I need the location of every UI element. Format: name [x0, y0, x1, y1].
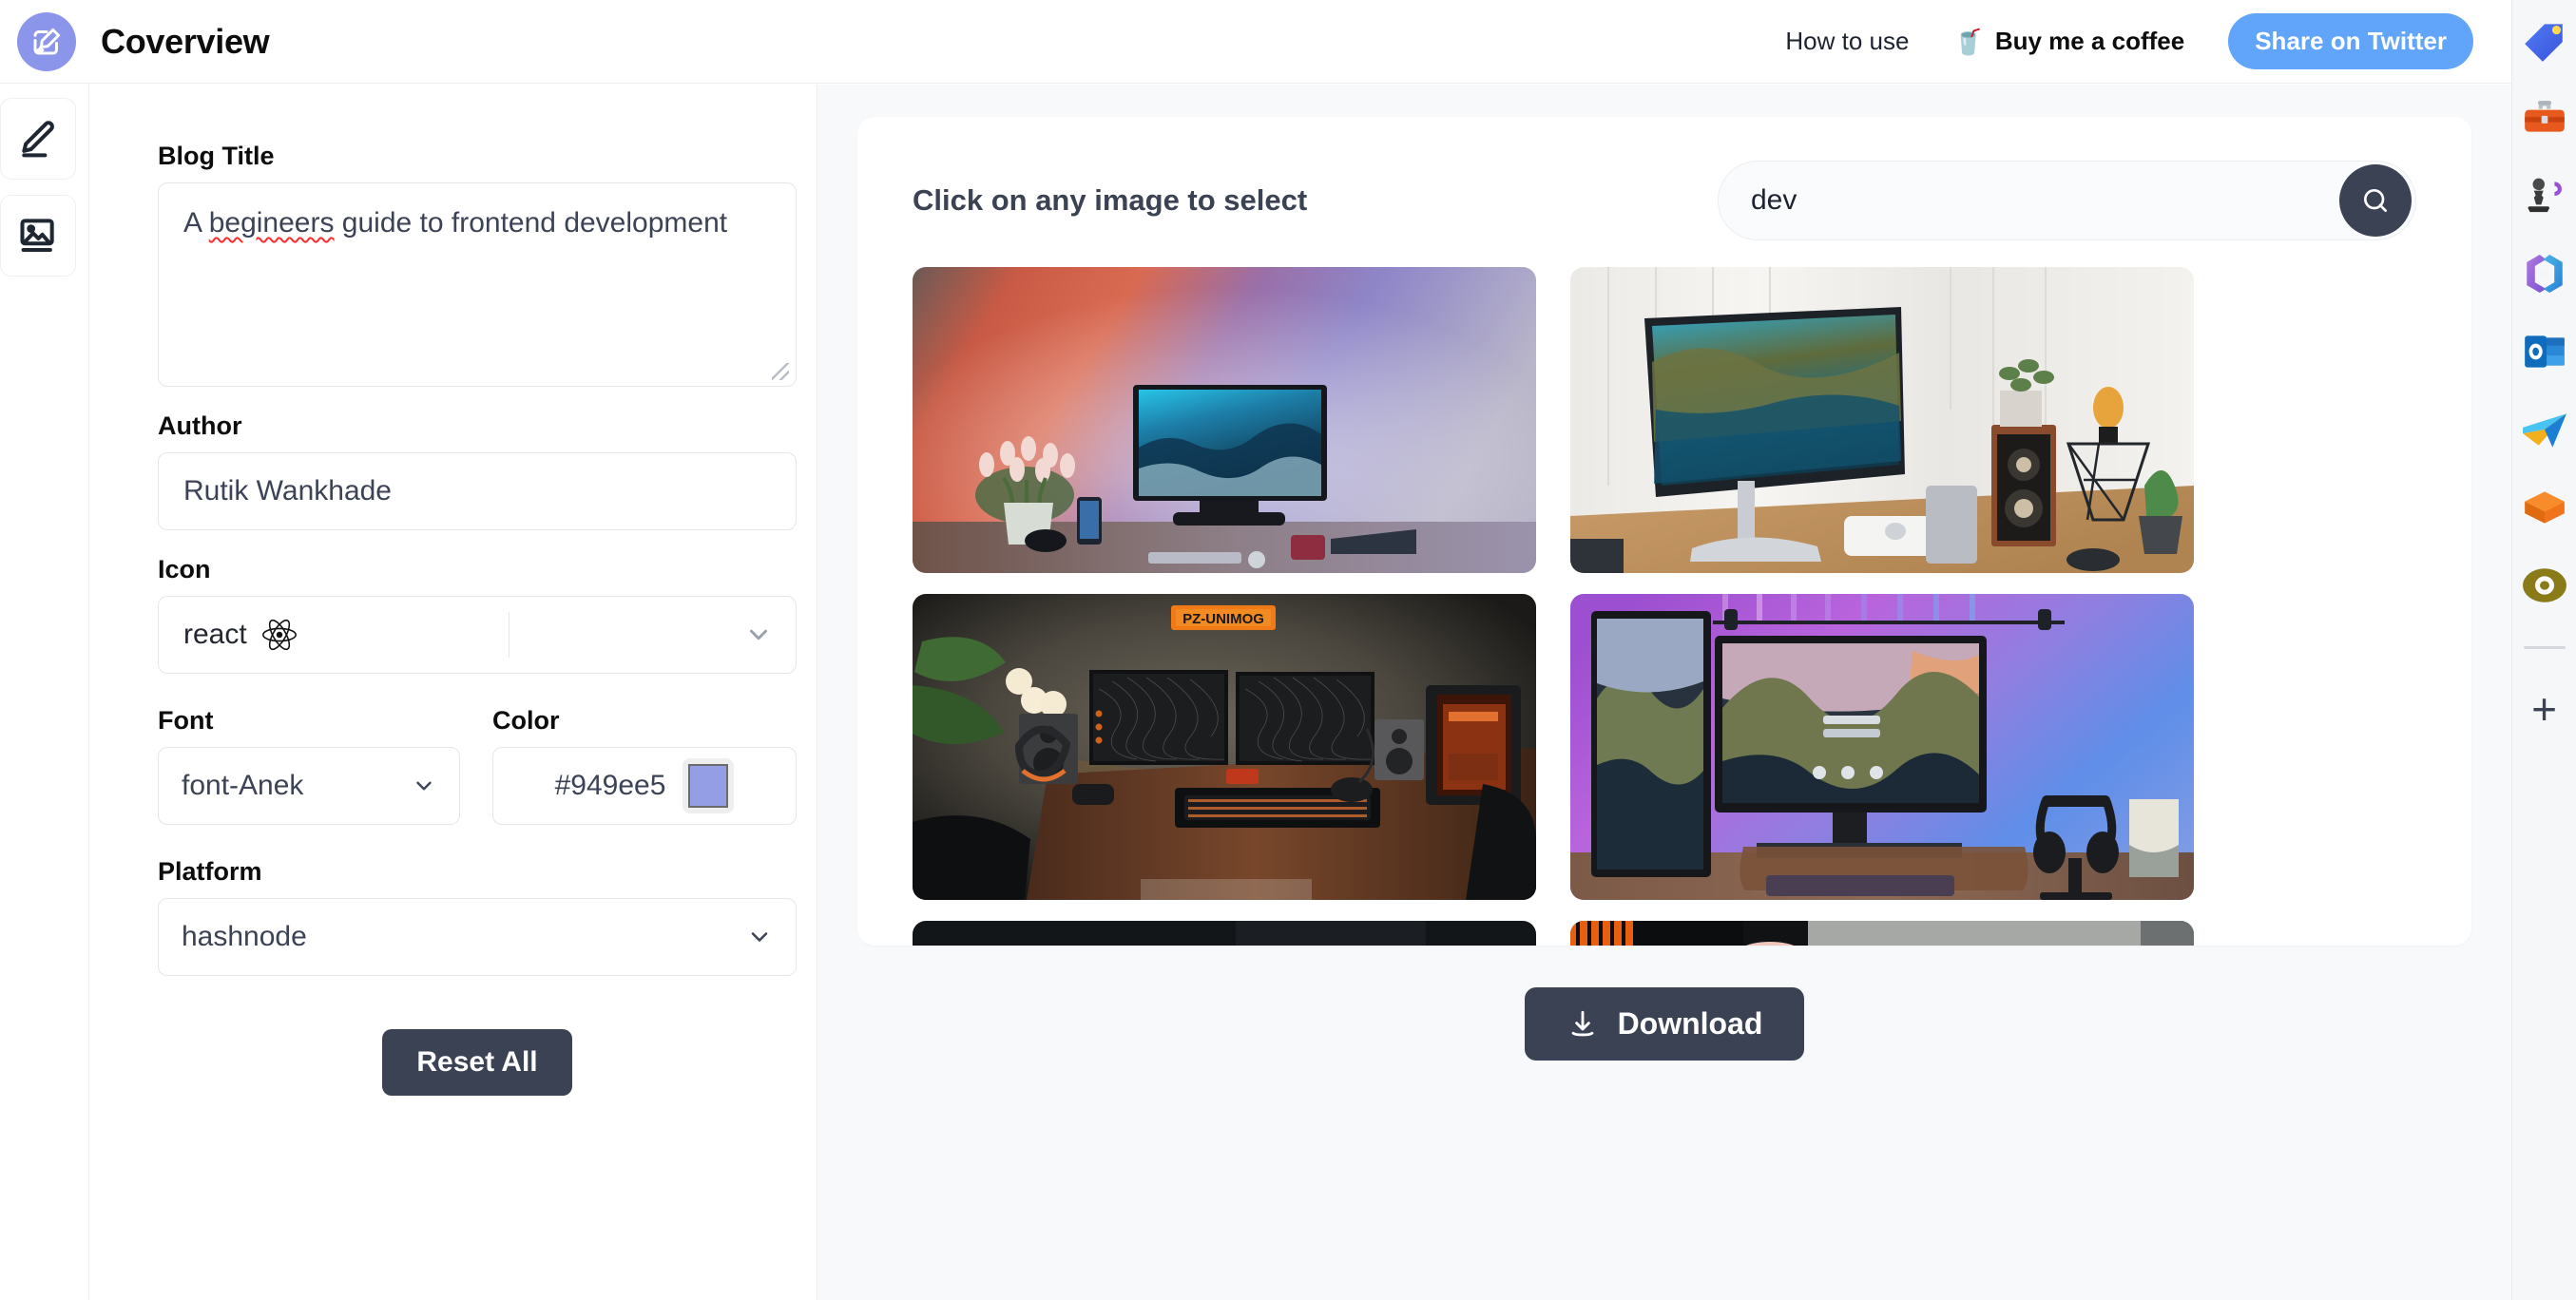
image-grid: PZ-UNIMOG	[913, 267, 2416, 946]
microsoft365-icon-glyph	[2526, 255, 2563, 293]
olive-circle-icon-glyph	[2522, 568, 2566, 602]
coffee-cup-icon: 🥤	[1952, 27, 1984, 56]
platform-select[interactable]: hashnode	[158, 898, 797, 976]
share-on-twitter-button[interactable]: Share on Twitter	[2228, 13, 2473, 69]
image-search	[1718, 161, 2416, 240]
svg-text:PZ-UNIMOG: PZ-UNIMOG	[1182, 611, 1264, 627]
outlook-icon-glyph	[2524, 335, 2565, 368]
image-thumb-partial-light-desk-row3-right[interactable]	[1570, 921, 2194, 946]
icon-rail	[0, 85, 89, 1300]
reset-all-button[interactable]: Reset All	[382, 1029, 572, 1096]
app-header: Coverview How to use 🥤 Buy me a coffee S…	[0, 0, 2511, 84]
blue-tag-icon[interactable]	[2520, 15, 2569, 65]
add-extension-button[interactable]: +	[2531, 687, 2557, 731]
blog-title-label: Blog Title	[158, 142, 275, 170]
purple-rgb-vertical-monitor-art	[1570, 594, 2194, 900]
browser-page: Coverview How to use 🥤 Buy me a coffee S…	[0, 0, 2511, 1300]
header-actions: How to use 🥤 Buy me a coffee Share on Tw…	[1785, 13, 2511, 69]
chess-pawn-icon-glyph	[2527, 178, 2562, 213]
platform-select-value: hashnode	[182, 921, 307, 952]
sidebar-item-gallery[interactable]	[0, 195, 76, 277]
chevron-down-icon	[749, 629, 767, 640]
dark-gaming-dual-monitor-art: PZ-UNIMOG	[913, 594, 1536, 900]
search-input[interactable]	[1719, 184, 2289, 217]
blog-title-text-part1: A	[183, 207, 209, 239]
how-to-use-link[interactable]: How to use	[1785, 27, 1909, 56]
image-thumb-bright-desk-monitor-speaker[interactable]	[1570, 267, 2194, 573]
author-label: Author	[158, 411, 242, 440]
platform-field: Platform hashnode	[158, 857, 797, 976]
extension-dock: +	[2511, 0, 2576, 1300]
paper-plane-icon-glyph	[2522, 413, 2566, 448]
download-button[interactable]: Download	[1524, 987, 1805, 1061]
font-color-row: Font font-Anek Color #949ee5	[158, 706, 797, 825]
app-root: Coverview How to use 🥤 Buy me a coffee S…	[0, 0, 2576, 1300]
orange-box-icon-glyph	[2524, 491, 2565, 524]
color-hex-value: #949ee5	[554, 770, 666, 801]
dock-divider	[2523, 646, 2566, 649]
image-picker-title: Click on any image to select	[913, 183, 1308, 217]
edit-square-icon	[33, 28, 61, 54]
image-gallery-icon	[19, 219, 54, 253]
blog-title-misspelled-word: begineers	[208, 207, 335, 239]
color-input[interactable]: #949ee5	[492, 747, 797, 825]
platform-label: Platform	[158, 857, 262, 886]
partial-dark-desk-row3-left-art	[913, 921, 1536, 946]
buy-me-a-coffee-label: Buy me a coffee	[1994, 27, 2185, 55]
preview-panel: Click on any image to select dev PZ-UNIM…	[817, 85, 2511, 1300]
icon-select[interactable]: react	[158, 596, 797, 674]
image-thumb-rgb-desk-tulips-monitor[interactable]	[913, 267, 1536, 573]
image-picker-card: Click on any image to select dev PZ-UNIM…	[857, 117, 2471, 946]
download-label: Download	[1617, 1006, 1763, 1041]
chess-pawn-icon[interactable]	[2520, 171, 2569, 220]
orange-box-icon[interactable]	[2520, 483, 2569, 532]
sidebar-item-editor[interactable]	[0, 98, 76, 180]
pencil-edit-icon	[21, 121, 54, 158]
partial-light-desk-row3-right-art	[1570, 921, 2194, 946]
chevron-down-icon	[416, 781, 432, 791]
color-label: Color	[492, 706, 560, 735]
paper-plane-icon[interactable]	[2520, 405, 2569, 454]
textarea-resize-handle[interactable]	[772, 363, 789, 380]
icon-select-caret[interactable]	[721, 621, 796, 649]
microsoft365-icon[interactable]	[2520, 249, 2569, 298]
font-field: Font font-Anek	[158, 706, 460, 825]
outlook-icon[interactable]	[2520, 327, 2569, 376]
search-button[interactable]	[2339, 164, 2412, 237]
color-swatch-wrapper[interactable]	[682, 758, 735, 813]
app-logo[interactable]	[17, 11, 76, 71]
icon-select-value: react	[183, 619, 247, 650]
orange-toolbox-icon-glyph	[2524, 101, 2565, 132]
download-icon	[1571, 1010, 1593, 1036]
color-swatch[interactable]	[688, 764, 729, 808]
blue-tag-icon-glyph	[2524, 24, 2563, 62]
orange-toolbox-icon[interactable]	[2520, 93, 2569, 143]
image-picker-header: Click on any image to select	[913, 117, 2416, 240]
olive-circle-icon[interactable]	[2520, 561, 2569, 610]
image-thumb-purple-rgb-vertical-monitor[interactable]	[1570, 594, 2194, 900]
settings-form: Blog Title A begineers guide to frontend…	[89, 85, 817, 1300]
blog-title-input[interactable]: A begineers guide to frontend developmen…	[158, 182, 797, 387]
bright-desk-monitor-speaker-art	[1570, 267, 2194, 573]
image-thumb-partial-dark-desk-row3-left[interactable]	[913, 921, 1536, 946]
author-field: Author Rutik Wankhade	[158, 411, 797, 530]
color-field: Color #949ee5	[492, 706, 797, 825]
body: Blog Title A begineers guide to frontend…	[0, 85, 2511, 1300]
font-label: Font	[158, 706, 214, 735]
font-select[interactable]: font-Anek	[158, 747, 460, 825]
buy-me-a-coffee-link[interactable]: 🥤 Buy me a coffee	[1952, 27, 2184, 56]
search-icon	[2364, 189, 2387, 212]
author-input[interactable]: Rutik Wankhade	[158, 452, 797, 530]
icon-field: Icon react	[158, 555, 797, 674]
rgb-desk-tulips-monitor-art	[913, 267, 1536, 573]
brand: Coverview	[0, 11, 270, 71]
image-thumb-dark-gaming-dual-monitor[interactable]: PZ-UNIMOG	[913, 594, 1536, 900]
react-atom-icon	[261, 619, 297, 651]
blog-title-field: Blog Title A begineers guide to frontend…	[158, 142, 797, 387]
chevron-down-icon	[751, 932, 768, 942]
icon-label: Icon	[158, 555, 211, 583]
font-select-value: font-Anek	[182, 770, 304, 801]
page-title: Coverview	[101, 21, 270, 61]
blog-title-text-part2: guide to frontend development	[334, 207, 728, 239]
